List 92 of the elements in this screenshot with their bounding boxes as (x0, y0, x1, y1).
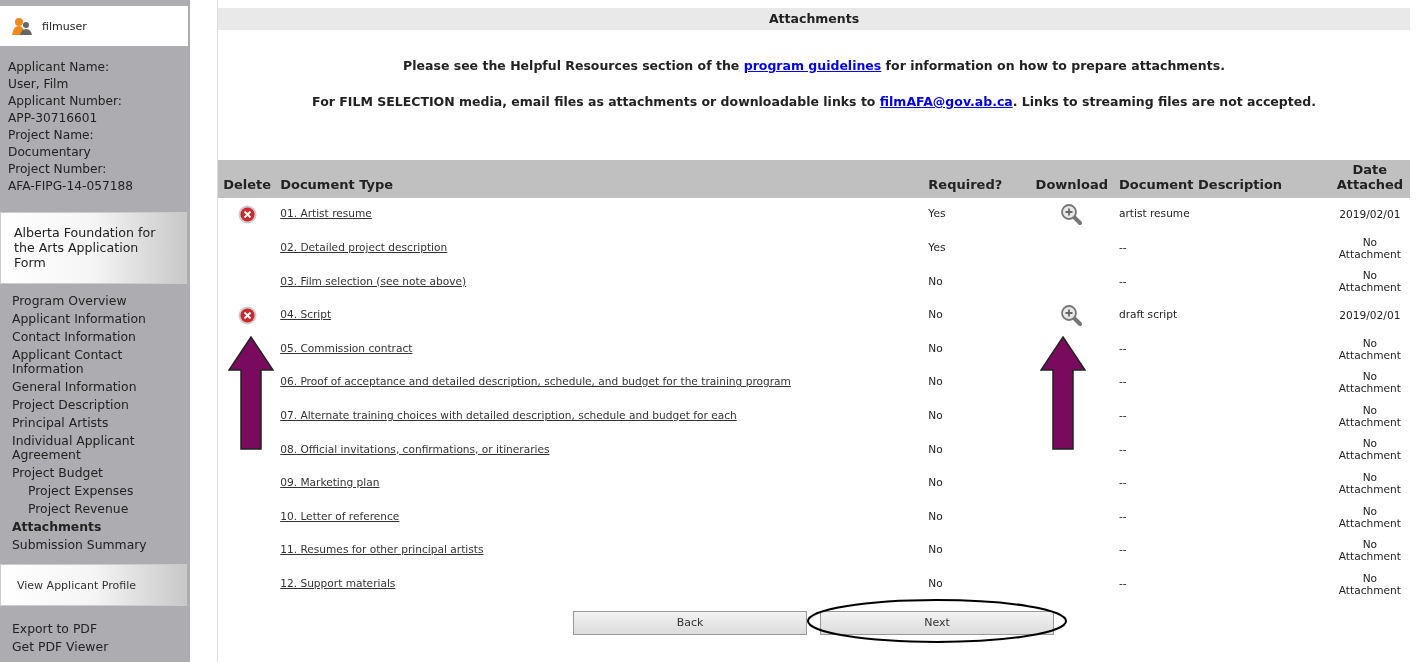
document-link[interactable]: 12. Support materials (280, 576, 396, 589)
document-link[interactable]: 10. Letter of reference (280, 509, 400, 522)
table-cell-text: -- (1118, 575, 1128, 591)
table-cell-text: No Attachment (1337, 570, 1402, 598)
nav-link[interactable]: Contact Information (12, 330, 190, 344)
info-label: Applicant Number: (8, 94, 123, 109)
table-cell-text: No Attachment (1337, 369, 1402, 397)
nav-link[interactable]: Project Expenses (12, 484, 190, 498)
table-cell-text: No (927, 575, 944, 591)
table-cell-text: -- (1118, 542, 1128, 558)
table-cell-text: 2019/02/01 (1338, 308, 1402, 324)
table-cell-text: No (927, 374, 944, 390)
form-title: Alberta Foundation for the Arts Application Form (0, 212, 187, 284)
nav-link[interactable]: Project Revenue (12, 502, 190, 516)
document-link[interactable]: 11. Resumes for other principal artists (280, 543, 484, 556)
info-value: APP-30716601 (8, 111, 99, 126)
table-cell-text: No (927, 307, 944, 323)
zoom-in-icon[interactable] (1061, 304, 1083, 326)
info-label: Project Number: (8, 162, 108, 177)
zoom-in-icon[interactable] (1061, 203, 1083, 225)
document-link[interactable]: 04. Script (280, 308, 332, 321)
info-value: AFA-FIPG-14-057188 (8, 179, 134, 194)
document-link[interactable]: 06. Proof of acceptance and detailed description, schedule, and budget for the training program (280, 375, 791, 388)
nav-link[interactable]: Project Budget (12, 466, 190, 480)
document-link[interactable]: 03. Film selection (see note above) (280, 274, 467, 287)
document-link[interactable]: 09. Marketing plan (280, 476, 380, 489)
info-label: Applicant Name: (8, 60, 111, 75)
table-cell-text: -- (1118, 374, 1128, 390)
document-link[interactable]: 05. Commission contract (280, 341, 413, 354)
table-cell-text: draft script (1118, 307, 1179, 323)
column-header: Document Type (276, 159, 925, 198)
table-cell-text: -- (1118, 239, 1128, 255)
nav-link[interactable]: Applicant Information (12, 312, 190, 326)
sidebar-link[interactable]: Get PDF Viewer (12, 640, 190, 654)
table-cell-text: No Attachment (1337, 234, 1402, 262)
table-cell-text: -- (1118, 340, 1128, 356)
table-cell-text: No Attachment (1337, 436, 1402, 464)
table-cell-text: No (927, 508, 944, 524)
column-header: Download (1028, 159, 1115, 198)
nav-link[interactable]: Project Description (12, 398, 190, 412)
table-cell-text: No Attachment (1337, 402, 1402, 430)
text-link[interactable]: filmAFA@gov.ab.ca (879, 93, 1013, 109)
table-cell-text: No (927, 273, 944, 289)
column-header: Date Attached (1329, 159, 1410, 198)
table-cell: 2019/02/01 (1329, 197, 1410, 232)
table-cell-text: No (927, 340, 944, 356)
table-cell-text: No (927, 441, 944, 457)
section-title: Attachments (218, 8, 1410, 30)
table-cell-text: No (927, 542, 944, 558)
document-link[interactable]: 08. Official invitations, confirmations, or itineraries (280, 442, 550, 455)
table-cell-text: No (927, 475, 944, 491)
column-header: Required? (924, 159, 1029, 198)
nav-link[interactable]: Applicant Contact Information (12, 348, 190, 376)
document-link[interactable]: 01. Artist resume (280, 207, 372, 220)
column-header: Document Description (1115, 159, 1330, 198)
nav-link[interactable]: Program Overview (12, 294, 190, 308)
table-cell-text: -- (1118, 273, 1128, 289)
nav-link[interactable]: Submission Summary (12, 538, 190, 552)
table-cell-text: No Attachment (1337, 503, 1402, 531)
nav-link[interactable]: Attachments (12, 520, 190, 534)
next-button[interactable]: Next (820, 610, 1054, 635)
table-cell-text: No Attachment (1337, 537, 1402, 565)
table-cell: artist resume (1115, 197, 1330, 232)
table-cell-text: -- (1118, 407, 1128, 423)
sidebar-link[interactable]: Export to PDF (12, 622, 190, 636)
table-cell: Yes (924, 197, 1029, 232)
column-header: Delete (218, 159, 277, 198)
info-value: Documentary (8, 145, 92, 160)
username: filmuser (42, 18, 87, 34)
instruction-text: For FILM SELECTION media, email files as attachments or downloadable links to filmAFA@gov.ab.ca. Links to streaming files are not accepted. (311, 92, 1317, 111)
profile-button[interactable]: View Applicant Profile (0, 564, 187, 606)
info-value: User, Film (8, 77, 70, 92)
table-cell-text: -- (1118, 508, 1128, 524)
document-link[interactable]: 07. Alternate training choices with detailed description, schedule and budget for each (280, 408, 737, 421)
user-icon (12, 17, 32, 35)
table-cell-text: No Attachment (1337, 470, 1402, 498)
table-cell-text: No Attachment (1337, 268, 1402, 296)
instruction-text: Please see the Helpful Resources section of the program guidelines for information on how to prepare attachments. (402, 57, 1226, 75)
document-link[interactable]: 02. Detailed project description (280, 240, 448, 253)
nav-link[interactable]: Individual Applicant Agreement (12, 434, 190, 462)
table-cell-text: Yes (927, 239, 947, 255)
table-cell-text: No Attachment (1337, 335, 1402, 363)
table-cell-text: -- (1118, 475, 1128, 491)
table-cell-text: -- (1118, 441, 1128, 457)
table-cell-text: No (927, 407, 944, 423)
text-link[interactable]: program guidelines (743, 58, 882, 73)
delete-icon[interactable] (237, 204, 257, 224)
back-button[interactable]: Back (573, 610, 807, 635)
nav-link[interactable]: General Information (12, 380, 190, 394)
nav-link[interactable]: Principal Artists (12, 416, 190, 430)
info-label: Project Name: (8, 128, 95, 143)
delete-icon[interactable] (237, 305, 257, 325)
